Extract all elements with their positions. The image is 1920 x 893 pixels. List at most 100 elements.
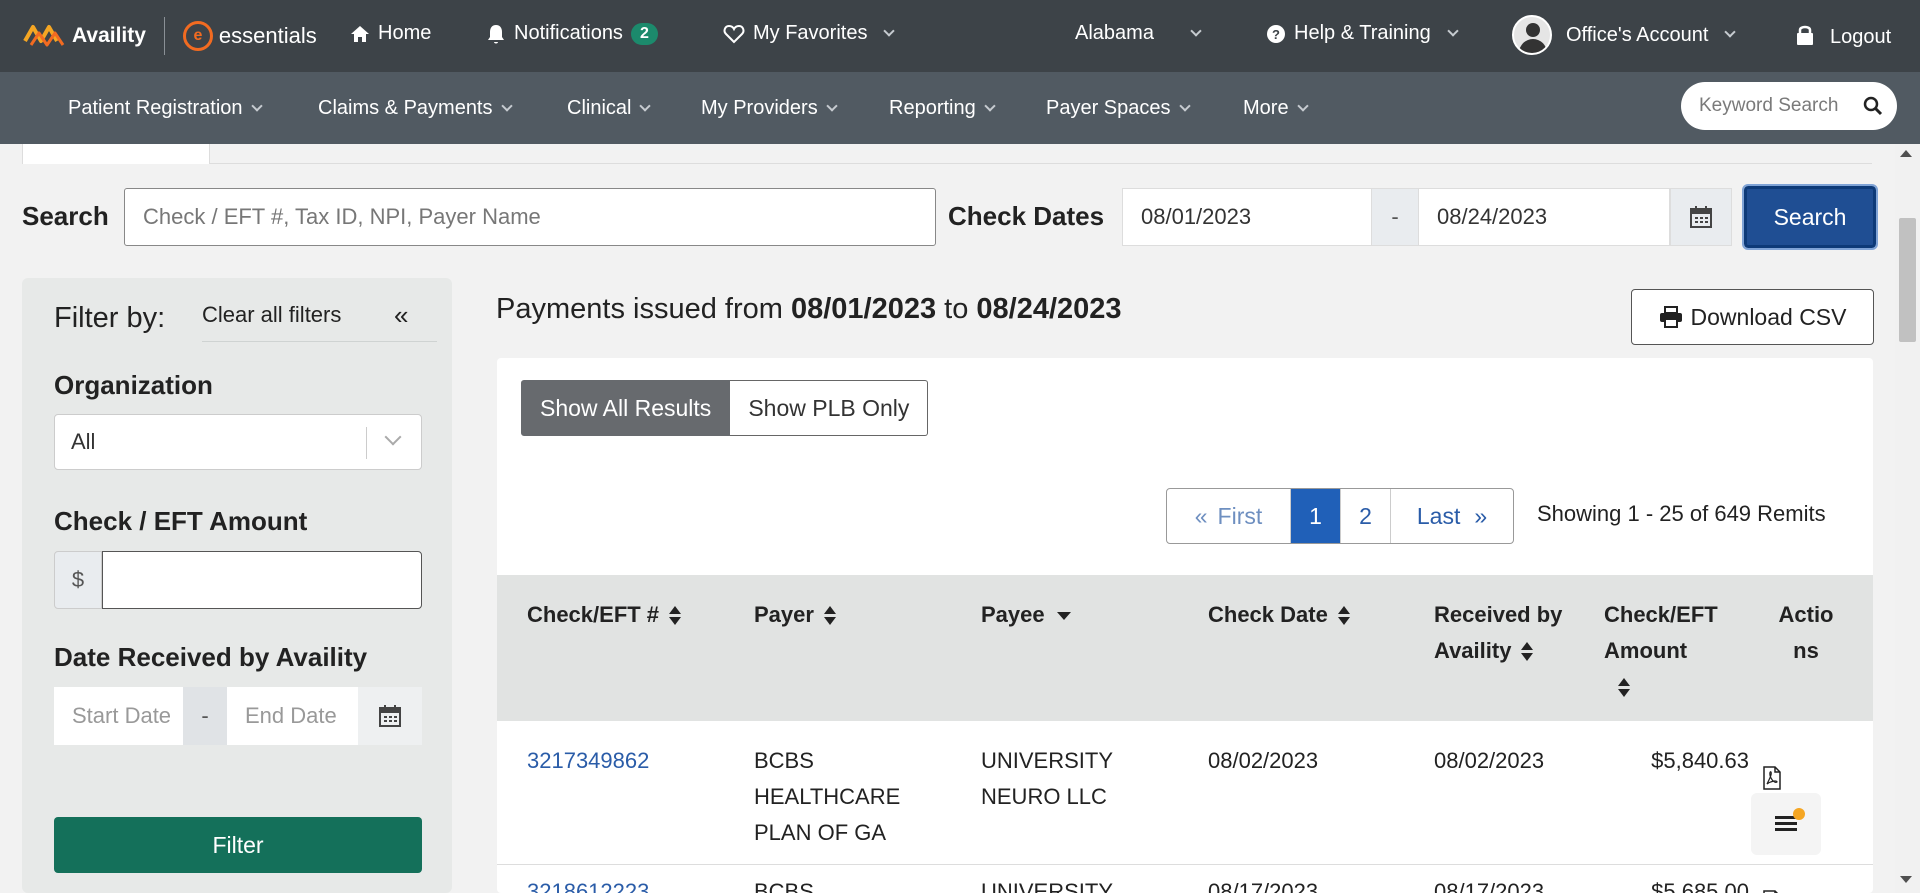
logout-link[interactable]: Logout [1796, 20, 1891, 49]
nav-home[interactable]: Home [350, 22, 431, 45]
nav-home-label: Home [378, 22, 432, 44]
check-dates-calendar-button[interactable] [1670, 188, 1732, 246]
col-actions-label-line1: Actio [1778, 602, 1834, 627]
filter-button[interactable]: Filter [54, 817, 422, 873]
check-number-link[interactable]: 3217349862 [527, 743, 649, 779]
pdf-icon[interactable] [1762, 766, 1782, 790]
payee-line: NEURO LLC [981, 784, 1107, 809]
pagination: « First 1 2 Last » [1166, 488, 1514, 544]
logout-label: Logout [1830, 26, 1892, 48]
col-received[interactable]: Received by Availity [1434, 597, 1562, 669]
menu-claims-payments[interactable]: Claims & Payments [318, 97, 513, 120]
received-start-date-input[interactable]: Start Date [54, 687, 183, 745]
results-count: Showing 1 - 25 of 649 Remits [1537, 501, 1826, 526]
chevron-down-icon [883, 24, 896, 37]
search-icon[interactable] [1863, 96, 1883, 116]
menu-reporting[interactable]: Reporting [889, 97, 996, 120]
chevron-down-icon [1447, 24, 1459, 37]
brand: Availity e essentials [0, 0, 317, 72]
search-placeholder: Check / EFT #, Tax ID, NPI, Payer Name [143, 204, 541, 229]
nav-favorites[interactable]: My Favorites [723, 22, 896, 45]
menu-label: Reporting [889, 97, 976, 119]
search-input[interactable]: Check / EFT #, Tax ID, NPI, Payer Name [124, 188, 936, 246]
nav-help[interactable]: ? Help & Training [1266, 22, 1459, 45]
payee-line: UNIVERSITY [981, 748, 1114, 773]
col-payer-label: Payer [754, 602, 814, 627]
pagination-page-1[interactable]: 1 [1291, 489, 1341, 543]
organization-select[interactable]: All [54, 414, 422, 470]
col-payee[interactable]: Payee [981, 597, 1071, 633]
pagination-first-label: First [1217, 502, 1263, 529]
col-payee-label: Payee [981, 602, 1045, 627]
nav-favorites-label: My Favorites [753, 22, 868, 44]
collapse-panel-icon[interactable]: « [394, 300, 408, 331]
menu-more[interactable]: More [1243, 97, 1309, 120]
state-selector[interactable]: Alabama [1075, 22, 1202, 45]
avatar [1512, 15, 1552, 55]
col-amount-label-line1: Check/EFT [1604, 602, 1718, 627]
chevron-down-icon [1190, 24, 1202, 37]
svg-text:?: ? [1272, 27, 1280, 42]
availity-logo[interactable]: Availity [22, 19, 146, 53]
check-start-date-input[interactable]: 08/01/2023 [1122, 188, 1372, 246]
col-check-date[interactable]: Check Date [1208, 597, 1350, 633]
received-end-date-input[interactable]: End Date [227, 687, 358, 745]
table-row: 3217349862 BCBS HEALTHCARE PLAN OF GA UN… [497, 721, 1873, 865]
search-label: Search [22, 201, 109, 231]
chevron-down-icon [384, 428, 402, 446]
top-navbar: Availity e essentials Home Notifications… [0, 0, 1920, 72]
menu-patient-registration[interactable]: Patient Registration [68, 97, 263, 120]
nav-notifications[interactable]: Notifications 2 [486, 22, 658, 45]
menu-my-providers[interactable]: My Providers [701, 97, 838, 120]
payer-cell: BCBS HEALTHCARE PLAN OF GA [754, 743, 900, 851]
organization-value: All [71, 429, 96, 454]
scroll-up-arrow-icon[interactable] [1900, 150, 1912, 157]
menu-payer-spaces[interactable]: Payer Spaces [1046, 97, 1191, 120]
pagination-first[interactable]: « First [1167, 489, 1291, 543]
double-chevron-left-icon: « [1194, 502, 1208, 529]
check-end-date-input[interactable]: 08/24/2023 [1418, 188, 1670, 246]
notifications-count-badge: 2 [630, 22, 658, 45]
pagination-last[interactable]: Last » [1391, 489, 1513, 543]
account-menu[interactable]: Office's Account [1512, 15, 1737, 55]
brand-divider [163, 17, 165, 55]
col-amount[interactable]: Check/EFT Amount [1604, 597, 1718, 705]
amount-input[interactable] [102, 551, 422, 609]
show-plb-only-button[interactable]: Show PLB Only [730, 380, 929, 436]
table-header: Check/EFT # Payer Payee Check Date Recei… [497, 575, 1873, 721]
received-calendar-button[interactable] [358, 687, 422, 745]
tab-divider [210, 163, 1872, 164]
amount-cell: $5,685.00 [1651, 879, 1749, 893]
keyword-search-input[interactable]: Keyword Search [1681, 82, 1897, 130]
show-all-results-button[interactable]: Show All Results [521, 380, 731, 436]
menu-clinical[interactable]: Clinical [567, 97, 652, 120]
nav-help-label: Help & Training [1294, 22, 1431, 44]
essentials-logo[interactable]: e essentials [182, 21, 317, 51]
scroll-down-arrow-icon[interactable] [1900, 876, 1912, 883]
chevron-down-icon [984, 99, 996, 112]
download-csv-button[interactable]: Download CSV [1631, 289, 1874, 345]
filter-panel: Filter by: Clear all filters « Organizat… [22, 278, 452, 893]
scrollbar-thumb[interactable] [1899, 218, 1916, 342]
bell-icon [488, 24, 504, 43]
table-row: 3218612223 BCBS UNIVERSITY 08/17/2023 08… [497, 866, 1873, 893]
pagination-page-2[interactable]: 2 [1341, 489, 1391, 543]
help-menu-button[interactable] [1751, 793, 1821, 855]
check-dates-label: Check Dates [948, 201, 1105, 231]
results-toggle: Show All Results Show PLB Only [521, 380, 929, 436]
menu-label: Payer Spaces [1046, 97, 1171, 119]
check-number-link[interactable]: 3218612223 [527, 874, 649, 893]
payer-line: HEALTHCARE [754, 784, 901, 809]
col-payer[interactable]: Payer [754, 597, 836, 633]
active-tab[interactable] [22, 144, 210, 164]
heart-icon [723, 24, 745, 43]
date-range-separator: - [183, 687, 227, 745]
col-check-eft[interactable]: Check/EFT # [527, 597, 682, 633]
amount-label: Check / EFT Amount [54, 506, 308, 536]
state-label: Alabama [1075, 22, 1154, 44]
sort-icon [1521, 642, 1534, 662]
select-separator [366, 427, 367, 459]
organization-label: Organization [54, 370, 213, 400]
search-button[interactable]: Search [1742, 184, 1878, 250]
menu-label: My Providers [701, 97, 818, 119]
